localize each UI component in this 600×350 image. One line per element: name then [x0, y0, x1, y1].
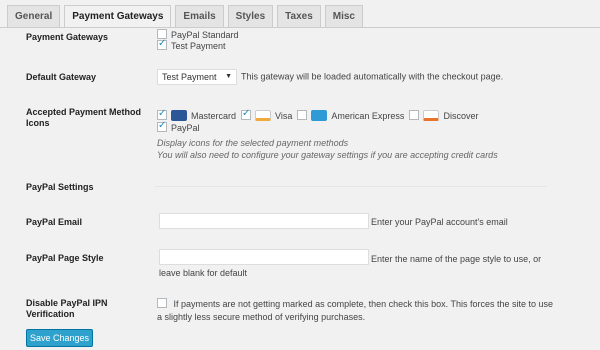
- disable-ipn-label-line1: Disable PayPal IPN: [26, 298, 108, 308]
- default-gateway-description: This gateway will be loaded automaticall…: [241, 71, 504, 82]
- tab-general[interactable]: General: [7, 5, 61, 27]
- paypal-label: PayPal: [171, 123, 200, 133]
- mastercard-checkbox[interactable]: [157, 108, 167, 120]
- payment-gateways-label: Payment Gateways: [26, 32, 109, 42]
- disable-ipn-label: Disable PayPal IPN Verification: [26, 298, 108, 320]
- visa-checkbox[interactable]: [241, 108, 252, 120]
- accepted-icons-label: Accepted Payment Method Icons: [26, 107, 141, 129]
- section-divider: [155, 186, 547, 187]
- paypal-standard-label: PayPal Standard: [171, 30, 239, 40]
- accepted-icons-help1: Display icons for the selected payment m…: [157, 138, 349, 148]
- test-payment-label: Test Payment: [171, 41, 226, 51]
- tab-payment-gateways[interactable]: Payment Gateways: [64, 5, 172, 28]
- default-gateway-select[interactable]: Test Payment ▼: [157, 69, 237, 85]
- amex-checkbox[interactable]: [297, 110, 308, 120]
- disable-ipn-description-line1: If payments are not getting marked as co…: [173, 299, 554, 309]
- disable-ipn-checkbox[interactable]: [157, 298, 167, 308]
- card-icons-row: Mastercard Visa American Express Discove…: [157, 108, 479, 122]
- discover-label: Discover: [443, 111, 479, 121]
- default-gateway-label: Default Gateway: [26, 72, 97, 82]
- accepted-icons-label-line2: Icons: [26, 118, 50, 128]
- visa-icon: [255, 110, 272, 121]
- paypal-checkbox[interactable]: [157, 120, 167, 132]
- discover-checkbox[interactable]: [409, 110, 420, 120]
- paypal-email-input[interactable]: [159, 213, 369, 229]
- default-gateway-selected: Test Payment: [162, 72, 217, 82]
- paypal-page-style-description-line2: leave blank for default: [159, 268, 248, 278]
- amex-label: American Express: [331, 111, 405, 121]
- disable-ipn-description-line2: a slightly less secure method of verifyi…: [157, 312, 366, 322]
- disable-ipn-row: If payments are not getting marked as co…: [157, 298, 553, 310]
- tab-taxes[interactable]: Taxes: [277, 5, 321, 27]
- paypal-email-label: PayPal Email: [26, 217, 83, 227]
- default-gateway-row: Test Payment ▼ This gateway will be loaded…: [157, 69, 503, 85]
- settings-tabs: General Payment Gateways Emails Styles T…: [7, 5, 363, 28]
- tab-misc[interactable]: Misc: [324, 5, 363, 27]
- paypal-icon-row: PayPal: [157, 120, 200, 134]
- gateway-option-test-payment[interactable]: Test Payment: [157, 38, 226, 52]
- tab-styles[interactable]: Styles: [227, 5, 274, 27]
- mastercard-label: Mastercard: [191, 111, 237, 121]
- disable-ipn-label-line2: Verification: [26, 309, 75, 319]
- paypal-settings-heading: PayPal Settings: [26, 182, 94, 192]
- paypal-page-style-description-line1: Enter the name of the page style to use,…: [371, 254, 542, 264]
- tab-emails[interactable]: Emails: [175, 5, 224, 27]
- accepted-icons-label-line1: Accepted Payment Method: [26, 107, 142, 117]
- amex-icon: [311, 110, 328, 121]
- paypal-page-style-label: PayPal Page Style: [26, 253, 104, 263]
- visa-label: Visa: [275, 111, 293, 121]
- save-changes-button[interactable]: Save Changes: [26, 329, 93, 347]
- discover-icon: [423, 110, 440, 121]
- accepted-icons-help2: You will also need to configure your gat…: [157, 150, 498, 160]
- chevron-down-icon: ▼: [225, 73, 232, 80]
- test-payment-checkbox[interactable]: [157, 38, 167, 50]
- mastercard-icon: [171, 110, 187, 121]
- tab-divider: [0, 27, 600, 28]
- paypal-page-style-input[interactable]: [159, 249, 369, 265]
- paypal-email-description: Enter your PayPal account's email: [371, 217, 508, 227]
